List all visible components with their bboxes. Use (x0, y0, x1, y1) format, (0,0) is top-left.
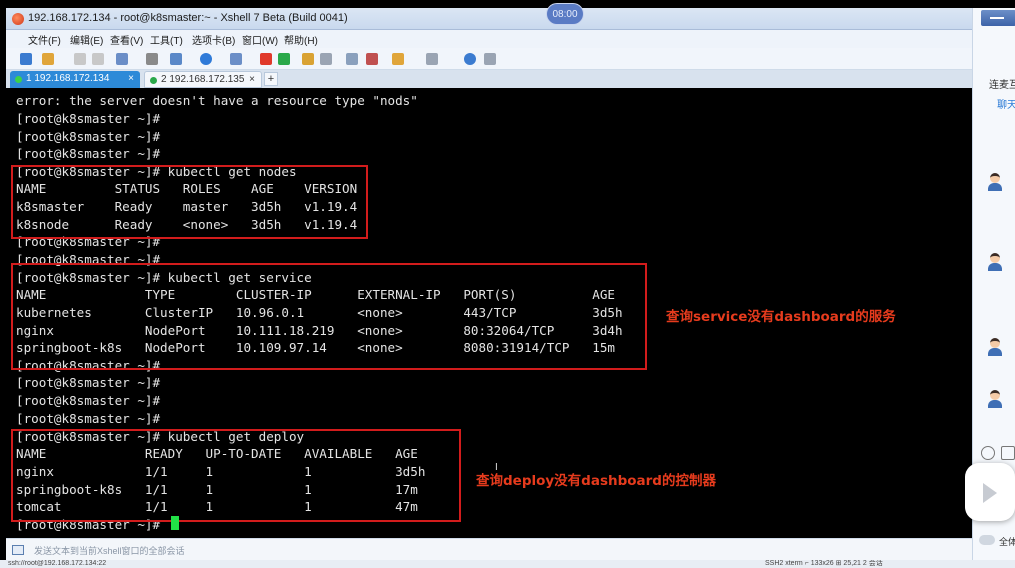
menu-view[interactable]: 查看(V) (110, 32, 143, 47)
annotation-service: 查询service没有dashboard的服务 (666, 309, 896, 325)
fullscreen-icon[interactable] (302, 53, 314, 65)
properties-icon[interactable] (170, 53, 182, 65)
terminal-line: error: the server doesn't have a resourc… (16, 93, 418, 108)
terminal-line: [root@k8smaster ~]# (16, 411, 161, 426)
close-tab-icon[interactable]: × (128, 71, 134, 87)
contact-label: 连麦互 (989, 80, 1015, 91)
play-button[interactable] (965, 463, 1015, 521)
highlight-box-deploy (11, 429, 461, 522)
tab-label: 2 192.168.172.135 (161, 74, 245, 85)
all-members-label: 全体 (999, 537, 1015, 547)
connected-dot-icon (15, 76, 22, 83)
reconnect-icon[interactable] (92, 53, 104, 65)
close-tab-icon[interactable]: × (249, 72, 255, 88)
chat-tab[interactable]: 聊天 (997, 96, 1015, 111)
session-tabbar: 1 192.168.172.134 × 2 192.168.172.135 × … (6, 70, 972, 88)
terminal-line: [root@k8smaster ~]# (16, 129, 161, 144)
send-text-icon[interactable] (12, 545, 24, 555)
status-info: SSH2 xterm ⌐ 133x26 ⊞ 25,21 2 会话 (765, 560, 883, 567)
all-members-toggle[interactable] (979, 535, 995, 545)
image-icon[interactable] (1001, 446, 1015, 460)
copy-icon[interactable] (116, 53, 128, 65)
highlight-box-service (11, 263, 647, 370)
terminal-cursor (171, 516, 179, 530)
disconnect-icon[interactable] (74, 53, 86, 65)
user-avatar-icon[interactable] (987, 338, 1003, 356)
chat-icon[interactable] (484, 53, 496, 65)
emoji-icon[interactable] (981, 446, 995, 460)
xmanager-icon[interactable] (278, 53, 290, 65)
menu-file[interactable]: 文件(F) (28, 32, 61, 47)
user-avatar-icon[interactable] (987, 173, 1003, 191)
menu-help[interactable]: 帮助(H) (284, 32, 318, 47)
layout-icon[interactable] (426, 53, 438, 65)
status-connection: ssh://root@192.168.172.134:22 (8, 560, 107, 567)
terminal-line: [root@k8smaster ~]# (16, 375, 161, 390)
script-icon[interactable] (366, 53, 378, 65)
add-tab-button[interactable]: + (264, 72, 278, 86)
new-session-icon[interactable] (20, 53, 32, 65)
terminal-line: [root@k8smaster ~]# (16, 393, 161, 408)
highlight-box-nodes (11, 165, 368, 239)
send-text-bar[interactable]: 发送文本到当前Xshell窗口的全部会话 (6, 538, 972, 560)
menu-tabs[interactable]: 选项卡(B) (192, 32, 235, 47)
annotation-deploy: 查询deploy没有dashboard的控制器 (476, 473, 716, 489)
tunnel-icon[interactable] (392, 53, 404, 65)
open-folder-icon[interactable] (42, 53, 54, 65)
menu-bar: 文件(F) 编辑(E) 查看(V) 工具(T) 选项卡(B) 窗口(W) 帮助(… (6, 30, 972, 48)
find-icon[interactable] (146, 53, 158, 65)
toolbar (6, 48, 972, 70)
side-chat-panel: 连麦互 聊天 全体 (965, 8, 1015, 560)
menu-edit[interactable]: 编辑(E) (70, 32, 103, 47)
connected-dot-icon (150, 77, 157, 84)
window-titlebar: 192.168.172.134 - root@k8smaster:~ - Xsh… (6, 8, 972, 30)
minimize-button[interactable] (981, 10, 1015, 26)
send-text-placeholder[interactable]: 发送文本到当前Xshell窗口的全部会话 (34, 544, 185, 557)
font-icon[interactable] (230, 53, 242, 65)
recording-timer: 08:00 (546, 3, 584, 25)
terminal-pane[interactable]: error: the server doesn't have a resourc… (6, 88, 972, 538)
text-caret-icon: I (495, 462, 498, 473)
menu-tools[interactable]: 工具(T) (150, 32, 183, 47)
terminal-line: [root@k8smaster ~]# (16, 146, 161, 161)
tab-session-1[interactable]: 1 192.168.172.134 × (10, 71, 140, 88)
lock-icon[interactable] (320, 53, 332, 65)
window-title: 192.168.172.134 - root@k8smaster:~ - Xsh… (28, 12, 348, 24)
menu-window[interactable]: 窗口(W) (242, 32, 278, 47)
terminal-line: [root@k8smaster ~]# (16, 111, 161, 126)
globe-icon[interactable] (200, 53, 212, 65)
play-icon (983, 483, 997, 503)
tab-session-2[interactable]: 2 192.168.172.135 × (144, 71, 262, 88)
user-avatar-icon[interactable] (987, 390, 1003, 408)
tab-label: 1 192.168.172.134 (26, 73, 110, 84)
top-strip (0, 0, 1015, 8)
xftp-icon[interactable] (260, 53, 272, 65)
user-avatar-icon[interactable] (987, 253, 1003, 271)
help-icon[interactable] (464, 53, 476, 65)
status-bar: ssh://root@192.168.172.134:22 SSH2 xterm… (0, 560, 1015, 568)
keyboard-icon[interactable] (346, 53, 358, 65)
xshell-app-icon (12, 13, 24, 25)
